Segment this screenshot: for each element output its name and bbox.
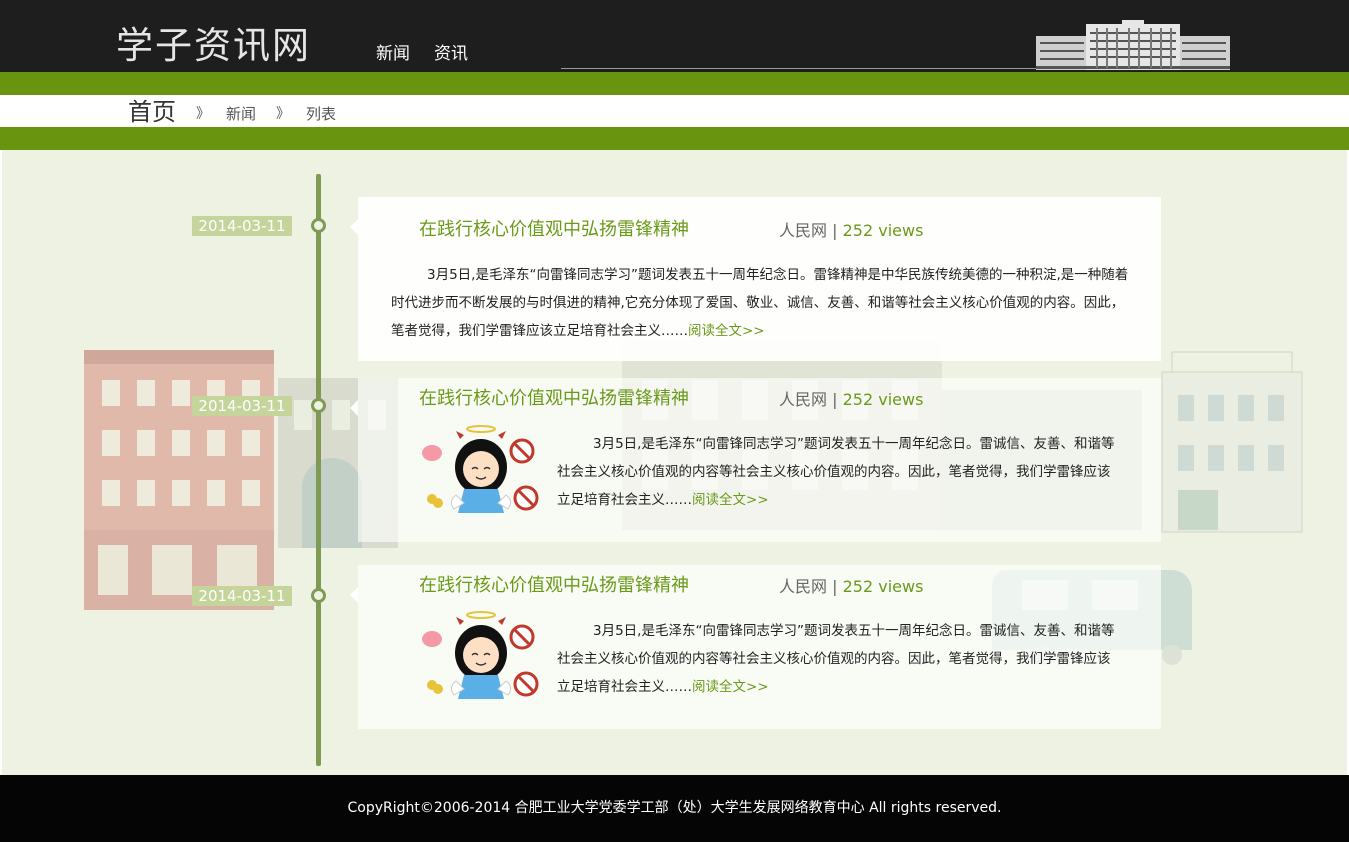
- timeline-axis: [316, 174, 321, 766]
- breadcrumb-bar: 首页 》 新闻 》 列表: [0, 95, 1349, 127]
- footer-copyright: CopyRight©2006-2014 合肥工业大学党委学工部（处）大学生发展网…: [347, 800, 1002, 816]
- post-date-badge: 2014-03-11: [192, 396, 292, 416]
- breadcrumb-separator: 》: [196, 106, 210, 122]
- breadcrumb-item-list: 列表: [306, 105, 337, 123]
- campus-building-logo-icon: [1036, 20, 1230, 70]
- post-source: 人民网: [779, 390, 828, 409]
- angel-devil-girl-illustration: [422, 425, 539, 513]
- post-excerpt: 3月5日,是毛泽东“向雷锋同志学习”题词发表五十一周年纪念日。雷诚信、友善、和谐…: [557, 430, 1123, 514]
- post-excerpt: 3月5日,是毛泽东“向雷锋同志学习”题词发表五十一周年纪念日。雷诚信、友善、和谐…: [557, 617, 1123, 701]
- breadcrumb: 首页 》 新闻 》 列表: [128, 95, 336, 127]
- post-card: 在践行核心价值观中弘扬雷锋精神 人民网 | 252 views 3月5日,是毛泽…: [350, 197, 1161, 361]
- post-excerpt: 3月5日,是毛泽东“向雷锋同志学习”题词发表五十一周年纪念日。雷锋精神是中华民族…: [391, 261, 1133, 345]
- read-more-link[interactable]: 阅读全文>>: [692, 679, 769, 695]
- nav-item-info[interactable]: 资讯: [434, 42, 468, 66]
- meta-divider: |: [832, 221, 838, 240]
- post-source: 人民网: [779, 577, 828, 596]
- post-title[interactable]: 在践行核心价值观中弘扬雷锋精神: [419, 387, 689, 411]
- post-date-badge: 2014-03-11: [192, 216, 292, 236]
- post-views: 252 views: [842, 221, 924, 240]
- post-excerpt-text: 3月5日,是毛泽东“向雷锋同志学习”题词发表五十一周年纪念日。雷诚信、友善、和谐…: [557, 436, 1115, 508]
- main-nav: 新闻 资讯: [376, 42, 468, 66]
- breadcrumb-separator: 》: [276, 106, 291, 122]
- post-source: 人民网: [779, 221, 828, 240]
- post-card: 在践行核心价值观中弘扬雷锋精神 人民网 | 252 views 3月5日,是毛泽…: [350, 565, 1161, 729]
- read-more-link[interactable]: 阅读全文>>: [692, 492, 769, 508]
- post-meta: 人民网 | 252 views: [779, 575, 923, 599]
- post-meta: 人民网 | 252 views: [779, 219, 923, 243]
- read-more-link[interactable]: 阅读全文>>: [688, 323, 765, 339]
- meta-divider: |: [832, 390, 838, 409]
- timeline-dot: [311, 218, 326, 233]
- post-views: 252 views: [842, 577, 924, 596]
- header-green-band: [0, 72, 1349, 95]
- site-logo[interactable]: 学子资讯网: [116, 24, 311, 68]
- post-views: 252 views: [842, 390, 924, 409]
- site-footer: CopyRight©2006-2014 合肥工业大学党委学工部（处）大学生发展网…: [0, 775, 1349, 842]
- post-title[interactable]: 在践行核心价值观中弘扬雷锋精神: [419, 218, 689, 242]
- post-excerpt-text: 3月5日,是毛泽东“向雷锋同志学习”题词发表五十一周年纪念日。雷诚信、友善、和谐…: [557, 623, 1115, 695]
- breadcrumb-item-news[interactable]: 新闻: [226, 101, 256, 127]
- post-meta: 人民网 | 252 views: [779, 388, 923, 412]
- nav-item-news[interactable]: 新闻: [376, 42, 410, 66]
- subheader-green-band: [0, 127, 1349, 150]
- timeline-dot: [311, 398, 326, 413]
- post-card: 在践行核心价值观中弘扬雷锋精神 人民网 | 252 views 3月5日,是毛泽…: [350, 378, 1161, 542]
- angel-devil-girl-illustration: [422, 611, 539, 699]
- timeline-dot: [311, 588, 326, 603]
- site-header: 学子资讯网 新闻 资讯: [0, 0, 1349, 72]
- timeline-section: 2014-03-11 在践行核心价值观中弘扬雷锋精神 人民网 | 252 vie…: [0, 150, 1349, 775]
- meta-divider: |: [832, 577, 838, 596]
- post-date-badge: 2014-03-11: [192, 586, 292, 606]
- breadcrumb-home[interactable]: 首页: [128, 97, 176, 127]
- post-title[interactable]: 在践行核心价值观中弘扬雷锋精神: [419, 574, 689, 598]
